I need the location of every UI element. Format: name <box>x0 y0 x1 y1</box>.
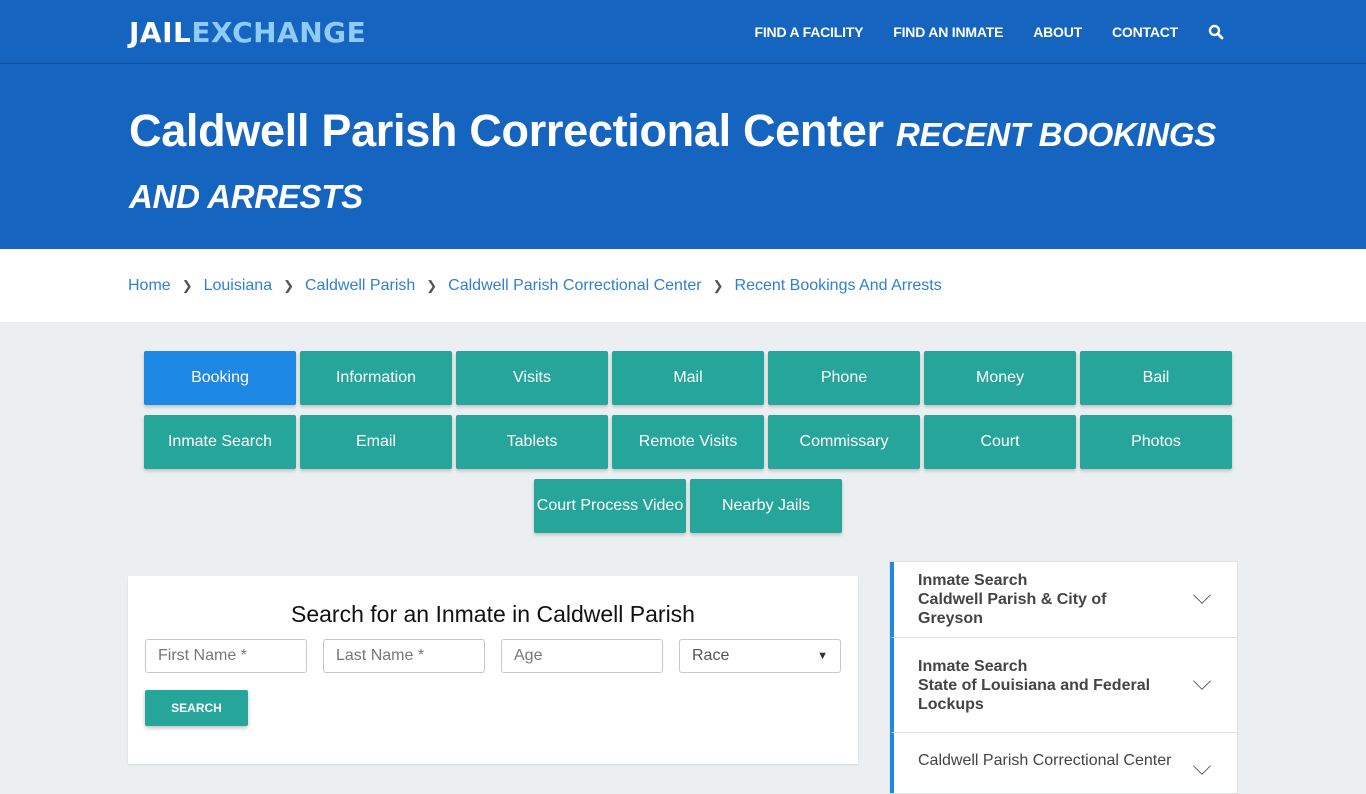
logo-text-exchange: EXCHANGE <box>191 16 367 49</box>
nav-find-inmate[interactable]: FIND AN INMATE <box>893 24 1003 40</box>
accordion-label: Inmate Search State of Louisiana and Fede… <box>918 657 1151 713</box>
tile-booking[interactable]: Booking <box>144 351 296 405</box>
breadcrumb-county[interactable]: Caldwell Parish <box>305 277 415 295</box>
tile-court-process-video[interactable]: Court Process Video <box>534 479 686 533</box>
search-button[interactable]: SEARCH <box>145 690 248 726</box>
nav-find-facility[interactable]: FIND A FACILITY <box>755 24 864 40</box>
page-title: Caldwell Parish Correctional Center Rece… <box>129 102 1229 226</box>
chevron-right-icon: ❯ <box>283 277 294 293</box>
tile-information[interactable]: Information <box>300 351 452 405</box>
tile-nearby-jails[interactable]: Nearby Jails <box>690 479 842 533</box>
nav-about[interactable]: ABOUT <box>1033 24 1082 40</box>
tile-bail[interactable]: Bail <box>1080 351 1232 405</box>
race-select[interactable]: Race ▼ <box>679 639 841 673</box>
tile-remote-visits[interactable]: Remote Visits <box>612 415 764 469</box>
tile-court[interactable]: Court <box>924 415 1076 469</box>
tile-phone[interactable]: Phone <box>768 351 920 405</box>
search-icon[interactable] <box>1208 24 1224 40</box>
facility-nav-tiles: Booking Information Visits Mail Phone Mo… <box>133 351 1233 533</box>
accordion-item-state-search[interactable]: Inmate Search State of Louisiana and Fede… <box>890 638 1237 733</box>
tile-visits[interactable]: Visits <box>456 351 608 405</box>
first-name-input[interactable]: First Name * <box>145 639 307 673</box>
hero-banner: Caldwell Parish Correctional Center Rece… <box>0 64 1366 249</box>
chevron-right-icon: ❯ <box>426 277 438 293</box>
breadcrumb-facility[interactable]: Caldwell Parish Correctional Center <box>448 277 701 295</box>
tile-inmate-search[interactable]: Inmate Search <box>144 415 296 469</box>
tile-email[interactable]: Email <box>300 415 452 469</box>
chevron-down-icon: ▼ <box>817 650 828 662</box>
tile-commissary[interactable]: Commissary <box>768 415 920 469</box>
breadcrumb-state[interactable]: Louisiana <box>204 277 273 295</box>
breadcrumb-home[interactable]: Home <box>128 277 171 295</box>
accordion-item-facility[interactable]: Caldwell Parish Correctional Center <box>890 733 1237 793</box>
search-title: Search for an Inmate in Caldwell Parish <box>291 601 695 627</box>
tile-tablets[interactable]: Tablets <box>456 415 608 469</box>
tile-mail[interactable]: Mail <box>612 351 764 405</box>
first-name-placeholder: First Name * <box>158 647 247 664</box>
site-logo[interactable]: JAILEXCHANGE <box>129 16 366 49</box>
last-name-input[interactable]: Last Name * <box>323 639 485 673</box>
age-input[interactable]: Age <box>501 639 663 673</box>
sidebar-accordion: Inmate Search Caldwell Parish & City of G… <box>889 561 1238 794</box>
tile-money[interactable]: Money <box>924 351 1076 405</box>
inmate-search-card: Search for an Inmate in Caldwell Parish … <box>128 576 858 764</box>
accordion-label: Caldwell Parish Correctional Center <box>918 752 1172 769</box>
accordion-item-county-search[interactable]: Inmate Search Caldwell Parish & City of G… <box>890 562 1237 638</box>
chevron-right-icon: ❯ <box>181 277 193 293</box>
age-placeholder: Age <box>514 647 543 664</box>
breadcrumb-current[interactable]: Recent Bookings And Arrests <box>735 277 942 295</box>
chevron-down-icon[interactable] <box>1193 672 1211 690</box>
last-name-placeholder: Last Name * <box>336 647 425 664</box>
facility-name: Caldwell Parish Correctional Center <box>129 105 884 156</box>
breadcrumb: Home ❯ Louisiana ❯ Caldwell Parish ❯ Cal… <box>0 249 1366 322</box>
race-selected-value: Race <box>692 647 730 664</box>
main-nav: FIND A FACILITY FIND AN INMATE ABOUT CON… <box>725 0 1224 64</box>
nav-contact[interactable]: CONTACT <box>1112 24 1178 40</box>
tile-photos[interactable]: Photos <box>1080 415 1232 469</box>
logo-text-jail: JAIL <box>129 16 192 49</box>
chevron-down-icon[interactable] <box>1193 586 1211 604</box>
chevron-right-icon: ❯ <box>712 277 724 293</box>
search-fields: First Name * Last Name * Age Race ▼ <box>145 639 858 673</box>
top-navbar: JAILEXCHANGE FIND A FACILITY FIND AN INM… <box>0 0 1366 64</box>
chevron-down-icon[interactable] <box>1193 757 1211 775</box>
accordion-label: Inmate Search Caldwell Parish & City of G… <box>918 572 1107 627</box>
